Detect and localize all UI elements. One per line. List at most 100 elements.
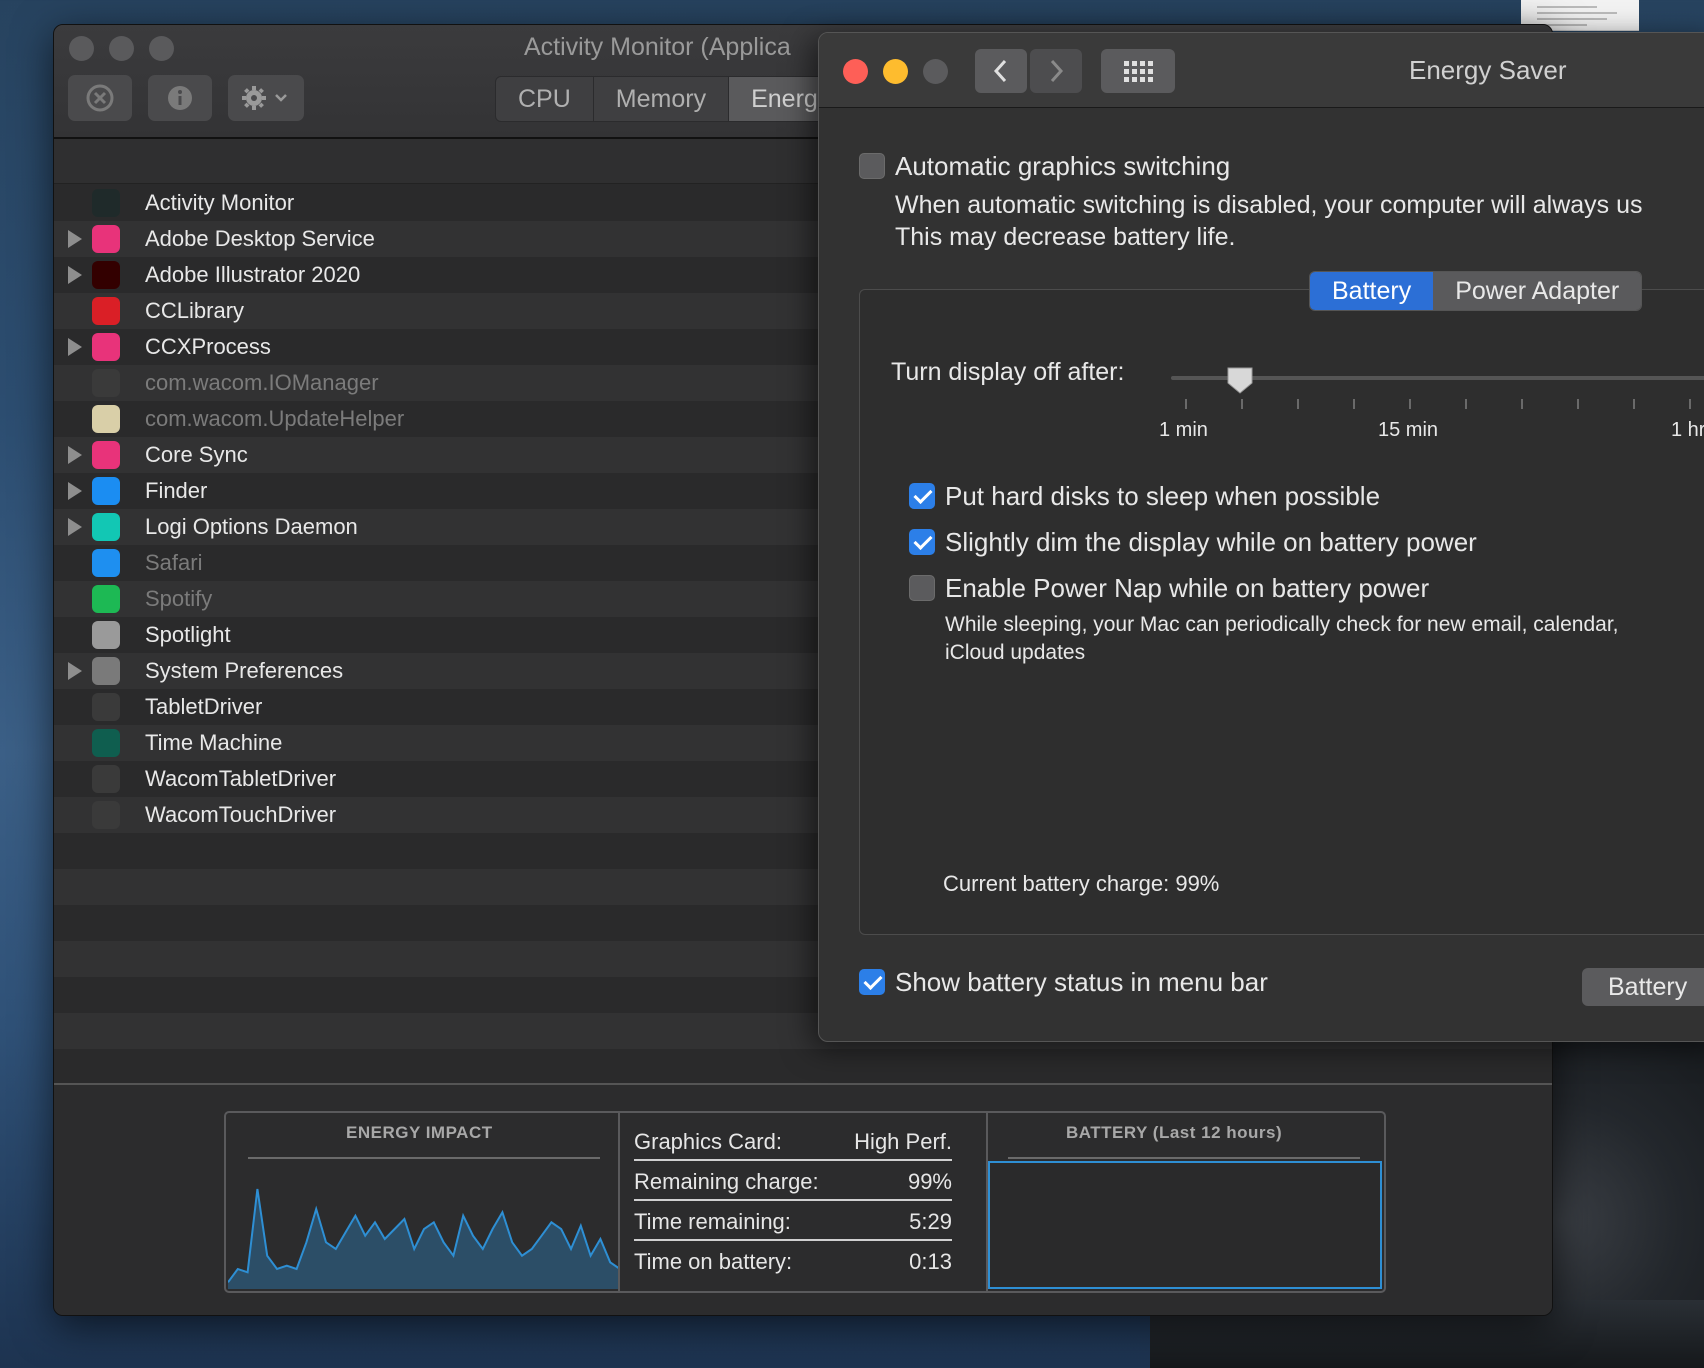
- stat-value: High Perf.: [854, 1129, 952, 1154]
- disclosure-triangle-icon[interactable]: [68, 662, 82, 680]
- spotify-icon: [92, 585, 120, 613]
- stat-label: Graphics Card:: [634, 1129, 782, 1154]
- window-title: Activity Monitor (Applica: [524, 33, 791, 61]
- battery-charge-status: Current battery charge: 99%: [943, 871, 1220, 896]
- illustrator-icon: [92, 261, 120, 289]
- zoom-window-button[interactable]: [923, 59, 948, 84]
- wacom-icon: [92, 765, 120, 793]
- gear-icon: [228, 75, 304, 121]
- stat-row: Time remaining: 5:29: [634, 1201, 952, 1241]
- process-name: Adobe Desktop Service: [145, 226, 375, 251]
- process-name: Core Sync: [145, 442, 248, 467]
- stop-icon: [68, 75, 132, 121]
- slider-tick: [1353, 399, 1355, 409]
- power-nap-label: Enable Power Nap while on battery power: [945, 573, 1430, 603]
- divider: [1008, 1157, 1360, 1159]
- stat-row: Time on battery: 0:13: [634, 1241, 952, 1279]
- activity-monitor-icon: [92, 189, 120, 217]
- battery-button[interactable]: Battery: [1582, 968, 1704, 1006]
- stat-value: 99%: [907, 1169, 952, 1194]
- process-name: Spotify: [145, 586, 213, 611]
- tab-power-adapter[interactable]: Power Adapter: [1433, 272, 1642, 310]
- power-nap-description: While sleeping, your Mac can periodicall…: [945, 613, 1619, 636]
- power-nap-checkbox[interactable]: [909, 575, 935, 601]
- show-battery-status-checkbox[interactable]: [859, 969, 885, 995]
- slider-tick: [1521, 399, 1523, 409]
- process-name: Spotlight: [145, 622, 231, 647]
- energy-impact-title: ENERGY IMPACT: [346, 1123, 493, 1142]
- process-name: Time Machine: [145, 730, 283, 755]
- disclosure-triangle-icon[interactable]: [68, 518, 82, 536]
- finder-icon: [92, 477, 120, 505]
- process-name: WacomTouchDriver: [145, 802, 337, 827]
- grid-icon: [1124, 61, 1153, 82]
- zoom-window-button[interactable]: [149, 36, 174, 61]
- energy-summary-footer: ENERGY IMPACT Graphics Card: High Perf. …: [54, 1083, 1552, 1315]
- disclosure-triangle-icon[interactable]: [68, 446, 82, 464]
- energy-saver-toolbar: Energy Saver: [819, 33, 1704, 108]
- process-name: Logi Options Daemon: [145, 514, 358, 539]
- energy-impact-graph: [228, 1188, 620, 1289]
- slider-label-min: 1 min: [1159, 419, 1208, 441]
- cc-library-icon: [92, 297, 120, 325]
- disclosure-triangle-icon[interactable]: [68, 482, 82, 500]
- stat-label: Time on battery:: [634, 1249, 793, 1274]
- disclosure-triangle-icon[interactable]: [68, 230, 82, 248]
- disclosure-triangle-icon[interactable]: [68, 266, 82, 284]
- display-sleep-slider-thumb[interactable]: [1225, 365, 1255, 395]
- system-preferences-icon: [92, 657, 120, 685]
- back-button[interactable]: [975, 49, 1027, 93]
- wacom-updater-icon: [92, 405, 120, 433]
- battery-button-label: Battery: [1608, 973, 1688, 1001]
- wacom-icon: [92, 801, 120, 829]
- process-name: Adobe Illustrator 2020: [145, 262, 361, 287]
- energy-graph-area: [228, 1189, 620, 1289]
- minimize-window-button[interactable]: [883, 59, 908, 84]
- stat-value: 0:13: [909, 1249, 952, 1274]
- disclosure-triangle-icon[interactable]: [68, 338, 82, 356]
- graphics-switching-description: When automatic switching is disabled, yo…: [895, 191, 1643, 219]
- show-all-button[interactable]: [1101, 49, 1175, 93]
- empty-row: [54, 1049, 1552, 1085]
- close-window-button[interactable]: [69, 36, 94, 61]
- graphics-switching-description: This may decrease battery life.: [895, 223, 1236, 251]
- process-name: com.wacom.UpdateHelper: [145, 406, 405, 431]
- close-window-button[interactable]: [843, 59, 868, 84]
- wacom-icon: [92, 693, 120, 721]
- inspect-process-button[interactable]: [148, 75, 212, 121]
- stop-process-button[interactable]: [68, 75, 132, 121]
- slider-tick: [1241, 399, 1243, 409]
- hard-disk-sleep-checkbox[interactable]: [909, 483, 935, 509]
- automatic-graphics-switching-label: Automatic graphics switching: [895, 151, 1231, 181]
- tab-memory[interactable]: Memory: [594, 77, 730, 121]
- automatic-graphics-switching-checkbox[interactable]: [859, 153, 885, 179]
- process-name: TabletDriver: [145, 694, 263, 719]
- slider-tick: [1185, 399, 1187, 409]
- window-title: Energy Saver: [1409, 55, 1567, 85]
- dim-display-label: Slightly dim the display while on batter…: [945, 527, 1477, 557]
- slider-tick: [1465, 399, 1467, 409]
- logi-icon: [92, 513, 120, 541]
- tab-cpu[interactable]: CPU: [496, 77, 594, 121]
- process-name: System Preferences: [145, 658, 344, 683]
- forward-button[interactable]: [1030, 49, 1082, 93]
- slider-tick: [1297, 399, 1299, 409]
- stat-value: 5:29: [909, 1209, 952, 1234]
- dim-display-checkbox[interactable]: [909, 529, 935, 555]
- slider-tick: [1577, 399, 1579, 409]
- creative-cloud-icon: [92, 333, 120, 361]
- summary-panel: ENERGY IMPACT Graphics Card: High Perf. …: [224, 1111, 1386, 1293]
- show-battery-status-label: Show battery status in menu bar: [895, 967, 1268, 997]
- tab-battery[interactable]: Battery: [1310, 272, 1434, 310]
- process-name: Finder: [145, 478, 208, 503]
- spotlight-icon: [92, 621, 120, 649]
- power-source-tabs: Battery Power Adapter: [1309, 271, 1643, 311]
- action-menu-button[interactable]: [228, 75, 304, 121]
- chevron-right-icon: [1050, 59, 1064, 83]
- process-name: Activity Monitor: [145, 190, 295, 215]
- chevron-left-icon: [993, 59, 1007, 83]
- divider: [618, 1113, 620, 1291]
- process-name: Safari: [145, 550, 203, 575]
- minimize-window-button[interactable]: [109, 36, 134, 61]
- time-machine-icon: [92, 729, 120, 757]
